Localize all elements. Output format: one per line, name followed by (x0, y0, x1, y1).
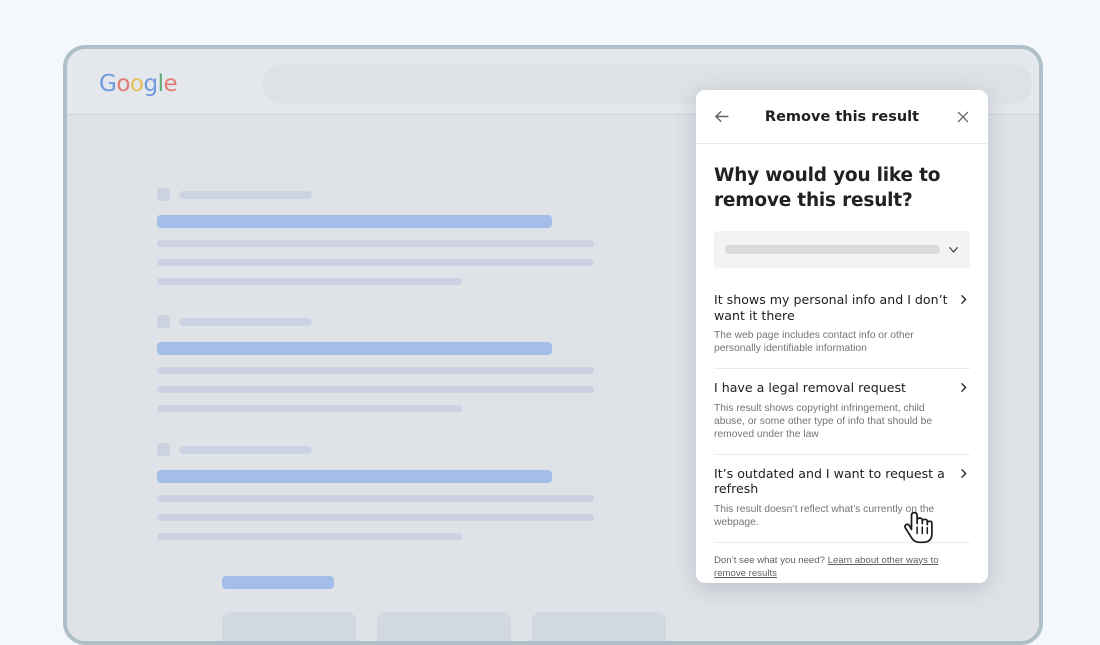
snippet-line-placeholder (157, 240, 594, 247)
snippet-line-placeholder (157, 495, 594, 502)
favicon-placeholder (157, 315, 170, 329)
reason-select[interactable] (714, 231, 970, 268)
url-placeholder (179, 317, 312, 326)
chevron-right-icon (957, 467, 970, 485)
google-logo: Google (99, 71, 178, 97)
url-placeholder (179, 445, 312, 454)
url-placeholder (179, 190, 312, 199)
result-title-placeholder (157, 342, 552, 355)
panel-header: Remove this result (696, 90, 988, 144)
snippet-line-placeholder (157, 367, 594, 374)
chevron-right-icon (957, 381, 970, 399)
search-result-skeleton (157, 186, 617, 285)
favicon-placeholder (157, 443, 170, 457)
close-icon (957, 111, 969, 122)
snippet-line-placeholder (157, 405, 462, 412)
search-result-skeleton (157, 313, 617, 412)
option-text: It shows my personal info and I don’t wa… (714, 292, 957, 355)
section-heading-placeholder (222, 576, 334, 589)
option-outdated-refresh[interactable]: It’s outdated and I want to request a re… (714, 455, 970, 543)
select-value-placeholder (725, 245, 940, 254)
option-description: The web page includes contact info or ot… (714, 330, 914, 354)
search-result-skeleton (157, 441, 617, 540)
option-description: This result shows copyright infringement… (714, 402, 933, 440)
arrow-left-icon (714, 110, 729, 123)
result-title-placeholder (157, 470, 552, 483)
option-description: This result doesn’t reflect what’s curre… (714, 503, 935, 528)
result-title-placeholder (157, 215, 552, 228)
panel-question: Why would you like to remove this result… (714, 165, 941, 211)
panel-body: Why would you like to remove this result… (696, 163, 988, 580)
snippet-line-placeholder (157, 278, 462, 285)
snippet-line-placeholder (157, 533, 462, 540)
option-personal-info[interactable]: It shows my personal info and I don’t wa… (714, 281, 970, 369)
reason-options-list: It shows my personal info and I don’t wa… (714, 281, 970, 543)
option-text: I have a legal removal request This resu… (714, 380, 957, 441)
option-label: I have a legal removal request (714, 380, 906, 395)
chevron-down-icon (946, 242, 961, 257)
result-cards-row (222, 612, 666, 641)
remove-result-panel: Remove this result Why would you like to… (696, 90, 988, 583)
option-text: It’s outdated and I want to request a re… (714, 466, 957, 529)
chevron-right-icon (957, 293, 970, 311)
option-label: It shows my personal info and I don’t wa… (714, 292, 948, 323)
snippet-line-placeholder (157, 386, 594, 393)
avatar[interactable] (987, 65, 1025, 103)
result-card-placeholder[interactable] (377, 612, 511, 641)
option-label: It’s outdated and I want to request a re… (714, 465, 945, 497)
result-card-placeholder[interactable] (222, 612, 356, 641)
panel-title: Remove this result (764, 108, 920, 125)
snippet-line-placeholder (157, 514, 594, 521)
result-card-placeholder[interactable] (532, 612, 666, 641)
close-button[interactable] (946, 100, 980, 134)
back-button[interactable] (704, 100, 738, 134)
snippet-line-placeholder (157, 259, 594, 266)
option-legal-removal[interactable]: I have a legal removal request This resu… (714, 369, 970, 455)
panel-footer: Don’t see what you need? Learn about oth… (714, 543, 970, 580)
favicon-placeholder (157, 188, 170, 202)
footer-prompt: Don’t see what you need? (714, 554, 828, 566)
